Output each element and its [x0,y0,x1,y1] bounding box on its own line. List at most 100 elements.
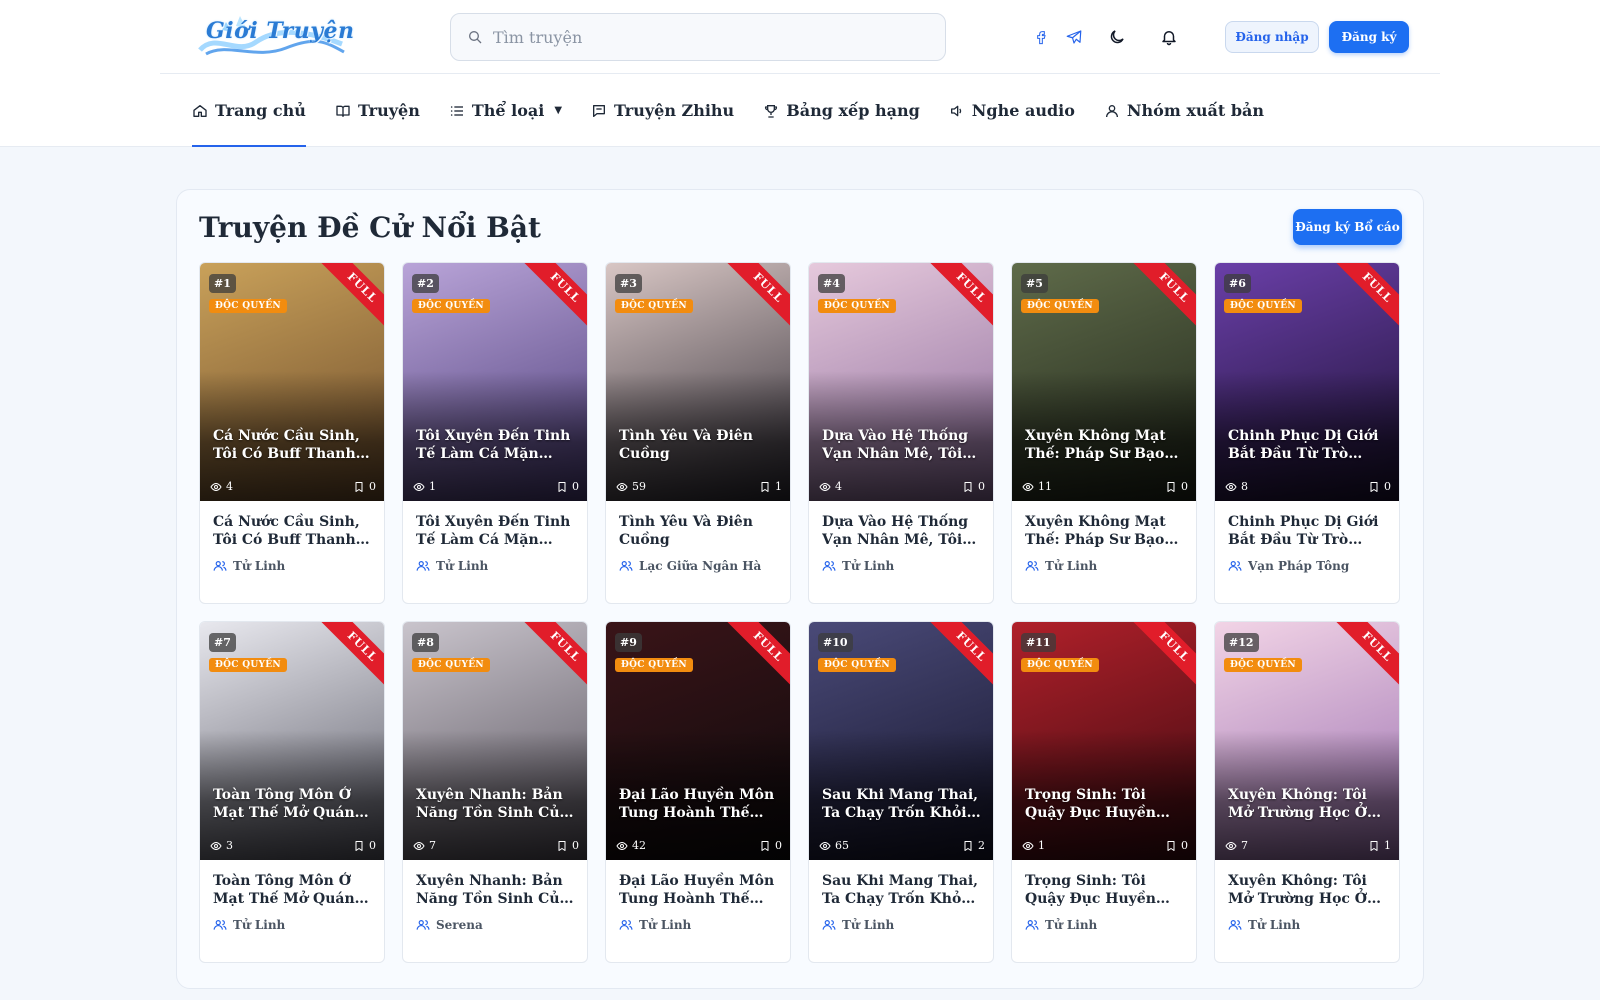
story-title[interactable]: Xuyên Nhanh: Bản Năng Tồn Sinh Của Bug [416,872,574,908]
cover-title: Sau Khi Mang Thai, Ta Chạy Trốn Khỏi Lon… [822,787,979,821]
story-cover[interactable]: #8 ĐỘC QUYỀN FULL Xuyên Nhanh: Bản Năng … [403,622,587,860]
story-cover[interactable]: #1 ĐỘC QUYỀN FULL Cá Nước Cầu Sinh, Tôi … [200,263,384,501]
story-card[interactable]: #12 ĐỘC QUYỀN FULL Xuyên Không: Tôi Mở T… [1214,621,1400,963]
story-author[interactable]: Serena [416,918,574,932]
story-card[interactable]: #3 ĐỘC QUYỀN FULL Tình Yêu Và Điên Cuồng… [605,262,791,604]
story-author[interactable]: Tử Linh [822,918,980,932]
user-icon [1105,104,1118,117]
story-title[interactable]: Cá Nước Cầu Sinh, Tôi Có Buff Thanh Máu … [213,513,371,549]
rank-badge: #7 [209,633,236,652]
story-cover[interactable]: #5 ĐỘC QUYỀN FULL Xuyên Không Mạt Thế: P… [1012,263,1196,501]
story-cover[interactable]: #7 ĐỘC QUYỀN FULL Toàn Tông Môn Ở Mạt Th… [200,622,384,860]
story-title[interactable]: Xuyên Không: Tôi Mở Trường Học Ở Tinh Tế [1228,872,1386,908]
story-stats: 65 2 [819,839,985,852]
cover-title: Xuyên Không: Tôi Mở Trường Học Ở Tinh Tế [1228,787,1368,821]
nav-audio[interactable]: Nghe audio [949,74,1075,147]
story-card[interactable]: #4 ĐỘC QUYỀN FULL Dựa Vào Hệ Thống Vạn N… [808,262,994,604]
story-cover[interactable]: #9 ĐỘC QUYỀN FULL Đại Lão Huyền Môn Tung… [606,622,790,860]
cover-title: Toàn Tông Môn Ở Mạt Thế Mở Quán Trọ [213,787,355,821]
eye-icon [819,841,831,850]
views-count: 59 [632,480,646,493]
rank-badge: #2 [412,274,439,293]
story-title[interactable]: Tôi Xuyên Đến Tinh Tế Làm Cá Mặn Siêu Cấ… [416,513,574,549]
cover-title: Cá Nước Cầu Sinh, Tôi Có Buff Thanh Máu … [213,428,360,462]
story-info: Sau Khi Mang Thai, Ta Chạy Trốn Khỏi Lon… [809,860,993,932]
notifications-button[interactable] [1154,22,1184,52]
story-title[interactable]: Toàn Tông Môn Ở Mạt Thế Mở Quán Trọ [213,872,371,908]
users-icon [822,920,836,930]
story-cover[interactable]: #4 ĐỘC QUYỀN FULL Dựa Vào Hệ Thống Vạn N… [809,263,993,501]
author-name: Tử Linh [842,918,895,932]
story-title[interactable]: Đại Lão Huyền Môn Tung Hoành Thế Giới... [619,872,777,908]
story-cover[interactable]: #6 ĐỘC QUYỀN FULL Chinh Phục Dị Giới Bắt… [1215,263,1399,501]
story-title[interactable]: Sau Khi Mang Thai, Ta Chạy Trốn Khỏi Lon… [822,872,980,908]
bookmarks-stat: 0 [353,480,376,493]
nav-ranking[interactable]: Bảng xếp hạng [763,74,920,147]
author-name: Tử Linh [1045,559,1098,573]
search-box[interactable] [450,13,946,61]
register-button[interactable]: Đăng ký [1329,21,1409,53]
bookmarks-stat: 0 [556,480,579,493]
story-author[interactable]: Tử Linh [213,559,371,573]
nav-zhihu[interactable]: Truyện Zhihu [591,74,734,147]
story-cover[interactable]: #10 ĐỘC QUYỀN FULL Sau Khi Mang Thai, Ta… [809,622,993,860]
story-author[interactable]: Lạc Giữa Ngân Hà [619,559,777,573]
nav-publishers[interactable]: Nhóm xuất bản [1104,74,1264,147]
views-stat: 1 [413,480,436,493]
story-card[interactable]: #11 ĐỘC QUYỀN FULL Trọng Sinh: Tôi Quậy … [1011,621,1197,963]
story-info: Chinh Phục Dị Giới Bắt Đầu Từ Trò Chơi V… [1215,501,1399,573]
story-stats: 11 0 [1022,480,1188,493]
story-card[interactable]: #9 ĐỘC QUYỀN FULL Đại Lão Huyền Môn Tung… [605,621,791,963]
story-author[interactable]: Tử Linh [213,918,371,932]
story-cover[interactable]: #11 ĐỘC QUYỀN FULL Trọng Sinh: Tôi Quậy … [1012,622,1196,860]
views-count: 3 [226,839,233,852]
bookmark-icon [761,840,769,851]
cover-title: Trọng Sinh: Tôi Quậy Đục Huyền Môn [1025,787,1156,821]
story-cover[interactable]: #12 ĐỘC QUYỀN FULL Xuyên Không: Tôi Mở T… [1215,622,1399,860]
story-cover[interactable]: #3 ĐỘC QUYỀN FULL Tình Yêu Và Điên Cuồng… [606,263,790,501]
story-card[interactable]: #2 ĐỘC QUYỀN FULL Tôi Xuyên Đến Tinh Tế … [402,262,588,604]
story-cover[interactable]: #2 ĐỘC QUYỀN FULL Tôi Xuyên Đến Tinh Tế … [403,263,587,501]
story-author[interactable]: Tử Linh [1025,918,1183,932]
bookmark-icon [1167,481,1175,492]
story-card[interactable]: #10 ĐỘC QUYỀN FULL Sau Khi Mang Thai, Ta… [808,621,994,963]
story-author[interactable]: Tử Linh [1025,559,1183,573]
author-name: Vạn Pháp Tông [1248,559,1350,573]
bookmarks-count: 0 [572,839,579,852]
facebook-button[interactable] [1026,22,1056,52]
bookmarks-count: 0 [978,480,985,493]
logo-text: Giới Truyện [206,18,355,44]
author-name: Tử Linh [1248,918,1301,932]
rank-badge: #11 [1021,633,1056,652]
nav-genres[interactable]: Thể loại ▼ [449,74,562,147]
nav-stories[interactable]: Truyện [335,74,420,147]
story-title[interactable]: Chinh Phục Dị Giới Bắt Đầu Từ Trò Chơi [1228,513,1386,549]
story-title[interactable]: Trọng Sinh: Tôi Quậy Đục Huyền Môn [1025,872,1183,908]
story-stats: 4 0 [210,480,376,493]
story-author[interactable]: Vạn Pháp Tông [1228,559,1386,573]
story-card[interactable]: #5 ĐỘC QUYỀN FULL Xuyên Không Mạt Thế: P… [1011,262,1197,604]
telegram-button[interactable] [1059,22,1089,52]
story-card[interactable]: #6 ĐỘC QUYỀN FULL Chinh Phục Dị Giới Bắt… [1214,262,1400,604]
story-author[interactable]: Tử Linh [822,559,980,573]
story-stats: 1 0 [413,480,579,493]
story-title[interactable]: Tình Yêu Và Điên Cuồng [619,513,777,549]
bookmarks-stat: 0 [759,839,782,852]
nav-home[interactable]: Trang chủ [192,74,306,147]
story-title[interactable]: Xuyên Không Mạt Thế: Pháp Sư Bạo Nộ [1025,513,1183,549]
eye-icon [413,841,425,850]
theme-toggle-button[interactable] [1102,22,1132,52]
story-author[interactable]: Tử Linh [1228,918,1386,932]
search-input[interactable] [493,27,913,47]
story-card[interactable]: #1 ĐỘC QUYỀN FULL Cá Nước Cầu Sinh, Tôi … [199,262,385,604]
views-count: 4 [835,480,842,493]
report-signup-button[interactable]: Đăng ký Bổ cáo [1293,209,1402,245]
story-author[interactable]: Tử Linh [619,918,777,932]
story-card[interactable]: #8 ĐỘC QUYỀN FULL Xuyên Nhanh: Bản Năng … [402,621,588,963]
story-title[interactable]: Dựa Vào Hệ Thống Vạn Nhân Mê, Tôi Xưng B… [822,513,980,549]
story-author[interactable]: Tử Linh [416,559,574,573]
story-card[interactable]: #7 ĐỘC QUYỀN FULL Toàn Tông Môn Ở Mạt Th… [199,621,385,963]
story-info: Dựa Vào Hệ Thống Vạn Nhân Mê, Tôi Xưng B… [809,501,993,573]
login-button[interactable]: Đăng nhập [1225,21,1319,53]
eye-icon [819,482,831,491]
